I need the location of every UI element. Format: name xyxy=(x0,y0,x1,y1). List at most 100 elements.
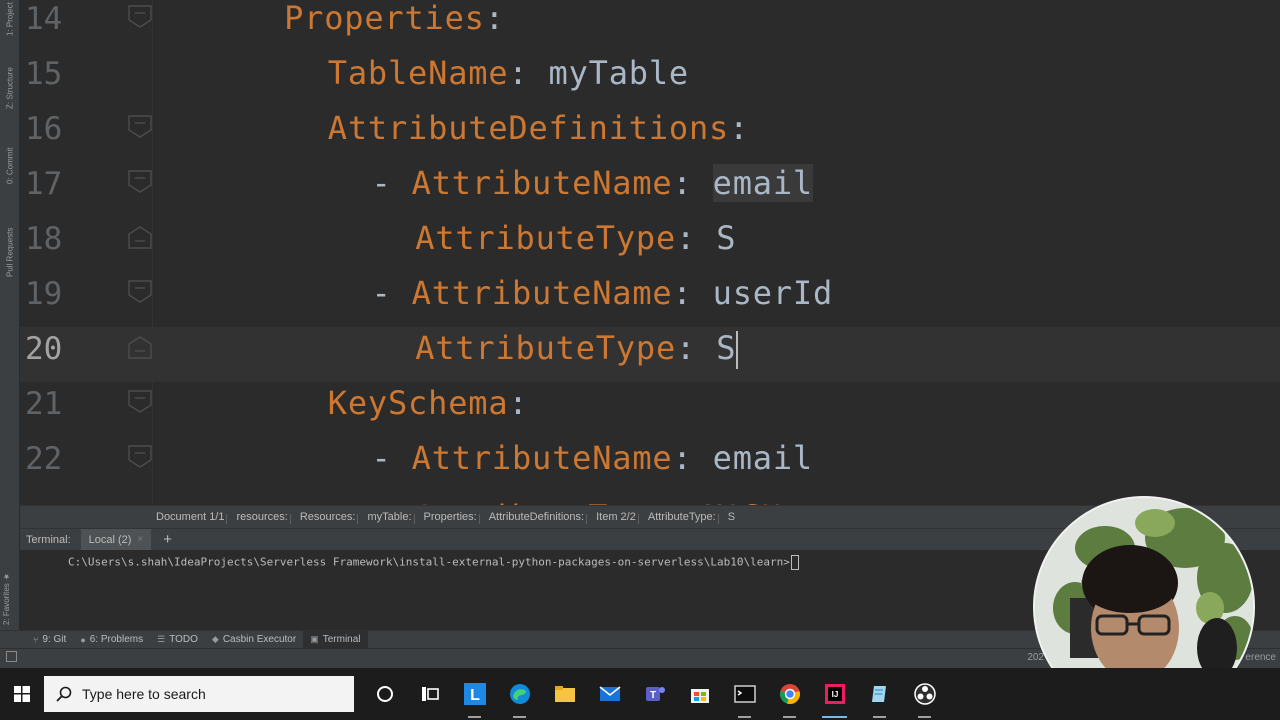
yaml-separator: : xyxy=(484,0,505,37)
yaml-key: AttributeType xyxy=(415,329,677,367)
terminal-tab-label: Local (2) xyxy=(88,533,132,546)
code-line[interactable]: 16 AttributeDefinitions: xyxy=(20,107,1280,162)
code-line[interactable]: 19 - AttributeName: userId xyxy=(20,272,1280,327)
tool-window-todo[interactable]: ☰ TODO xyxy=(150,631,205,649)
code-line[interactable]: 22 - AttributeName: email xyxy=(20,437,1280,492)
windows-start-button[interactable] xyxy=(0,668,44,720)
intellij-taskbar-button[interactable]: IJ xyxy=(812,668,857,720)
code-text: - AttributeName: email xyxy=(372,162,813,217)
fold-collapse-icon[interactable] xyxy=(128,115,152,139)
breadcrumb-item[interactable]: Resources: xyxy=(289,511,362,524)
yaml-separator: : xyxy=(508,54,549,92)
fold-end-icon[interactable] xyxy=(128,335,152,359)
breadcrumb-item[interactable]: Item 2/2 xyxy=(586,511,642,524)
line-number: 18 xyxy=(25,221,63,257)
yaml-value: email xyxy=(712,439,813,477)
terminal-tab-local[interactable]: Local (2) × xyxy=(80,528,152,551)
yaml-separator: : xyxy=(672,274,713,312)
code-line[interactable]: 15 TableName: myTable xyxy=(20,52,1280,107)
code-line[interactable]: 18 AttributeType: S xyxy=(20,217,1280,272)
fold-collapse-icon[interactable] xyxy=(128,390,152,414)
store-icon xyxy=(690,689,709,703)
line-number: 15 xyxy=(25,56,63,92)
commit-tab[interactable]: 0: Commit xyxy=(2,136,18,196)
breadcrumb-item[interactable]: myTable: xyxy=(357,511,417,524)
file-explorer-taskbar-button[interactable] xyxy=(542,668,587,720)
breadcrumb-item[interactable]: Document 1/1 xyxy=(150,511,230,523)
tool-window-9-git[interactable]: ⑂ 9: Git xyxy=(26,631,73,649)
breadcrumb-item[interactable]: Properties: xyxy=(413,511,483,524)
breadcrumb-item[interactable]: S xyxy=(717,511,741,524)
breadcrumb-item[interactable]: AttributeType: xyxy=(637,511,722,524)
tool-window-casbin-executor[interactable]: ◆ Casbin Executor xyxy=(205,631,303,649)
breadcrumb-item[interactable]: resources: xyxy=(226,511,293,524)
taskbar-search-box[interactable]: Type here to search xyxy=(44,676,354,712)
line-number: 14 xyxy=(25,1,63,37)
code-line[interactable]: 21 KeySchema: xyxy=(20,382,1280,437)
yaml-value: myTable xyxy=(548,54,689,92)
code-text: - AttributeName: email xyxy=(372,437,813,492)
search-placeholder: Type here to search xyxy=(82,686,206,702)
yaml-key: AttributeDefinitions xyxy=(327,109,730,147)
chrome-taskbar-button[interactable] xyxy=(767,668,812,720)
breadcrumb-item[interactable]: AttributeDefinitions: xyxy=(478,511,590,524)
code-line[interactable]: 17 - AttributeName: email xyxy=(20,162,1280,217)
store-taskbar-button[interactable] xyxy=(677,668,722,720)
project-tab[interactable]: 1: Project xyxy=(2,2,18,36)
fold-collapse-icon[interactable] xyxy=(128,280,152,304)
chrome-icon xyxy=(779,684,800,704)
close-icon[interactable]: × xyxy=(137,534,143,545)
favorites-tab[interactable]: 2: Favorites ★ xyxy=(2,555,18,625)
terminal-prompt-text: C:\Users\s.shah\IdeaProjects\Serverless … xyxy=(68,555,790,569)
yaml-value: userId xyxy=(712,274,834,312)
windows-logo-icon xyxy=(14,686,30,702)
mail-icon xyxy=(599,686,620,701)
yaml-key: KeySchema xyxy=(327,384,509,422)
tool-window-label: TODO xyxy=(169,634,198,645)
obs-icon xyxy=(913,683,936,705)
code-line[interactable]: 14 Properties: xyxy=(20,0,1280,52)
obs-taskbar-button[interactable] xyxy=(902,668,947,720)
cmd-taskbar-button[interactable] xyxy=(722,668,767,720)
tool-window-label: Casbin Executor xyxy=(222,634,297,645)
edge-taskbar-button[interactable] xyxy=(497,668,542,720)
svg-text:L: L xyxy=(470,687,480,704)
teams-taskbar-button[interactable]: T xyxy=(632,668,677,720)
task-view-taskbar-button[interactable] xyxy=(407,668,452,720)
list-dash: - xyxy=(371,164,412,202)
yaml-separator: : xyxy=(672,164,713,202)
casbin-icon: ◆ xyxy=(211,634,219,644)
layout-toggle-icon[interactable] xyxy=(6,651,17,662)
yaml-value: S xyxy=(716,329,737,367)
line-number: 22 xyxy=(25,441,63,477)
partially-visible-line: AttributeType: HASH xyxy=(415,498,781,505)
pull-requests-tab[interactable]: Pull Requests xyxy=(2,212,18,292)
task-view-icon xyxy=(421,687,439,701)
yaml-separator: : xyxy=(729,109,750,147)
fold-collapse-icon[interactable] xyxy=(128,170,152,194)
yaml-key: TableName xyxy=(327,54,509,92)
line-number: 21 xyxy=(25,386,63,422)
tool-window-6-problems[interactable]: ● 6: Problems xyxy=(73,631,150,649)
line-number: 16 xyxy=(25,111,63,147)
favorites-tab-label: 2: Favorites xyxy=(2,583,11,625)
code-line[interactable]: 20 AttributeType: S xyxy=(20,327,1280,382)
cortana-taskbar-button[interactable] xyxy=(362,668,407,720)
tool-window-terminal[interactable]: ▣ Terminal xyxy=(303,630,368,649)
svg-text:T: T xyxy=(649,690,655,701)
code-editor[interactable]: 14 Properties: 15 TableName: myTable 16 Attri… xyxy=(20,0,1280,505)
l-app-taskbar-button[interactable]: L xyxy=(452,668,497,720)
yaml-value: S xyxy=(716,219,737,257)
fold-collapse-icon[interactable] xyxy=(128,445,152,469)
problems-icon: ● xyxy=(80,634,86,645)
code-text: Properties: xyxy=(284,0,505,52)
add-terminal-button[interactable]: + xyxy=(151,531,172,548)
fold-collapse-icon[interactable] xyxy=(128,5,152,29)
line-number: 17 xyxy=(25,166,63,202)
mail-taskbar-button[interactable] xyxy=(587,668,632,720)
fold-end-icon[interactable] xyxy=(128,225,152,249)
structure-tab[interactable]: Z: Structure xyxy=(2,55,18,121)
notepad-taskbar-button[interactable] xyxy=(857,668,902,720)
commit-tab-label: 0: Commit xyxy=(5,147,15,185)
cortana-icon xyxy=(376,686,393,702)
